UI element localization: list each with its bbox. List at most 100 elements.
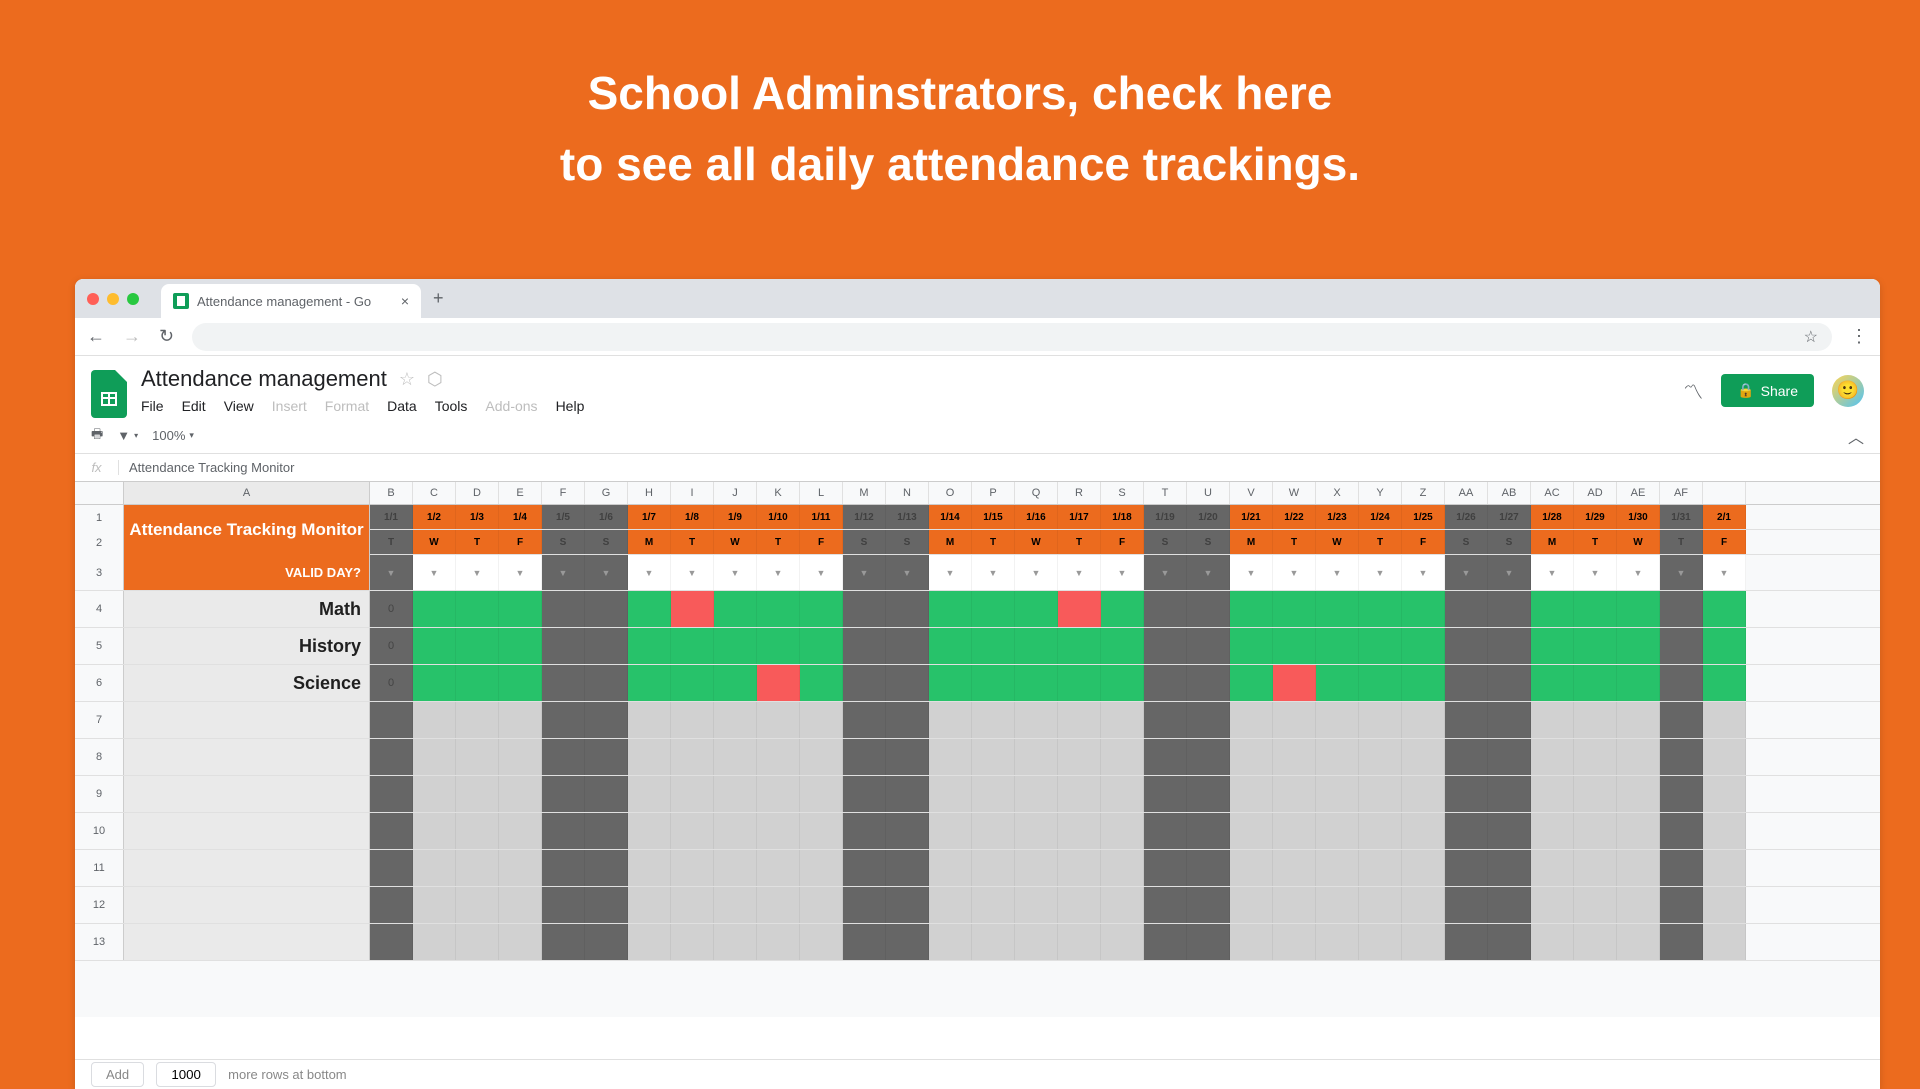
valid-day-dropdown[interactable]: ▼ — [1574, 555, 1617, 590]
empty-cell[interactable] — [1316, 702, 1359, 738]
empty-cell[interactable] — [1230, 739, 1273, 775]
day-cell[interactable]: S — [1187, 530, 1230, 554]
attendance-cell[interactable] — [929, 628, 972, 664]
empty-cell[interactable] — [757, 813, 800, 849]
attendance-cell[interactable] — [1574, 591, 1617, 627]
empty-cell[interactable] — [1015, 887, 1058, 923]
day-cell[interactable]: F — [499, 530, 542, 554]
empty-cell[interactable] — [714, 813, 757, 849]
row-header[interactable]: 10 — [75, 813, 124, 849]
column-header[interactable]: V — [1230, 482, 1273, 504]
attendance-cell[interactable] — [1144, 665, 1187, 701]
empty-cell[interactable] — [757, 850, 800, 886]
empty-cell[interactable] — [714, 702, 757, 738]
row-header[interactable]: 9 — [75, 776, 124, 812]
attendance-cell[interactable] — [542, 628, 585, 664]
doc-title[interactable]: Attendance management — [141, 366, 387, 392]
empty-cell[interactable] — [413, 776, 456, 812]
valid-day-dropdown[interactable]: ▼ — [714, 555, 757, 590]
attendance-cell[interactable] — [1703, 665, 1746, 701]
empty-cell[interactable] — [1574, 813, 1617, 849]
filter-icon[interactable]: ▼▾ — [117, 428, 138, 443]
empty-cell[interactable] — [1058, 887, 1101, 923]
attendance-cell[interactable] — [1402, 628, 1445, 664]
attendance-cell[interactable] — [1660, 665, 1703, 701]
row-header[interactable]: 1 — [75, 505, 124, 530]
column-header[interactable]: A — [124, 482, 370, 504]
column-header[interactable]: S — [1101, 482, 1144, 504]
valid-day-dropdown[interactable]: ▼ — [1531, 555, 1574, 590]
empty-cell[interactable] — [1402, 776, 1445, 812]
valid-day-dropdown[interactable]: ▼ — [671, 555, 714, 590]
column-header[interactable]: Z — [1402, 482, 1445, 504]
empty-cell[interactable] — [714, 924, 757, 960]
empty-cell[interactable] — [1187, 776, 1230, 812]
date-cell[interactable]: 1/9 — [714, 505, 757, 529]
column-header[interactable]: AD — [1574, 482, 1617, 504]
empty-cell[interactable] — [1445, 702, 1488, 738]
empty-cell[interactable] — [1402, 702, 1445, 738]
valid-day-dropdown[interactable]: ▼ — [1058, 555, 1101, 590]
close-window-icon[interactable] — [87, 293, 99, 305]
attendance-cell[interactable] — [1058, 628, 1101, 664]
attendance-cell[interactable] — [886, 591, 929, 627]
attendance-cell[interactable] — [1531, 665, 1574, 701]
avatar[interactable]: 🙂 — [1832, 375, 1864, 407]
date-cell[interactable]: 1/11 — [800, 505, 843, 529]
empty-cell[interactable] — [1703, 776, 1746, 812]
empty-cell[interactable] — [1488, 776, 1531, 812]
valid-day-dropdown[interactable]: ▼ — [413, 555, 456, 590]
date-cell[interactable]: 1/1 — [370, 505, 413, 529]
empty-cell[interactable] — [1531, 887, 1574, 923]
day-cell[interactable]: S — [843, 530, 886, 554]
empty-cell[interactable] — [456, 813, 499, 849]
date-cell[interactable]: 1/29 — [1574, 505, 1617, 529]
attendance-cell[interactable] — [886, 628, 929, 664]
activity-icon[interactable]: 〽 — [1683, 376, 1703, 405]
date-cell[interactable]: 1/5 — [542, 505, 585, 529]
day-cell[interactable]: T — [757, 530, 800, 554]
menu-edit[interactable]: Edit — [182, 398, 206, 414]
empty-cell[interactable] — [1359, 850, 1402, 886]
column-header[interactable]: Y — [1359, 482, 1402, 504]
empty-cell[interactable] — [1445, 887, 1488, 923]
empty-cell[interactable] — [1101, 739, 1144, 775]
attendance-cell[interactable] — [1660, 628, 1703, 664]
empty-cell[interactable] — [1703, 850, 1746, 886]
move-doc-icon[interactable]: ⬡ — [427, 369, 443, 390]
empty-cell[interactable] — [1273, 887, 1316, 923]
attendance-cell[interactable] — [1316, 665, 1359, 701]
empty-cell[interactable] — [1617, 776, 1660, 812]
empty-cell[interactable] — [1617, 739, 1660, 775]
attendance-cell[interactable] — [843, 665, 886, 701]
empty-cell[interactable] — [1101, 702, 1144, 738]
row-header[interactable]: 11 — [75, 850, 124, 886]
row-header[interactable]: 5 — [75, 628, 124, 664]
day-cell[interactable]: T — [370, 530, 413, 554]
empty-cell[interactable] — [1531, 776, 1574, 812]
empty-cell[interactable] — [972, 813, 1015, 849]
day-cell[interactable]: W — [1617, 530, 1660, 554]
attendance-cell[interactable] — [1230, 628, 1273, 664]
empty-cell[interactable] — [929, 924, 972, 960]
row-header[interactable]: 8 — [75, 739, 124, 775]
empty-cell[interactable] — [1703, 887, 1746, 923]
attendance-cell[interactable] — [1015, 591, 1058, 627]
empty-cell[interactable] — [499, 813, 542, 849]
empty-cell[interactable] — [1402, 813, 1445, 849]
empty-cell[interactable] — [1273, 924, 1316, 960]
empty-cell[interactable] — [1187, 702, 1230, 738]
column-header[interactable]: R — [1058, 482, 1101, 504]
date-cell[interactable]: 1/8 — [671, 505, 714, 529]
menu-add-ons[interactable]: Add-ons — [485, 398, 537, 414]
empty-cell[interactable] — [1015, 739, 1058, 775]
empty-cell[interactable] — [1316, 887, 1359, 923]
empty-cell[interactable] — [1531, 813, 1574, 849]
empty-cell[interactable] — [1230, 776, 1273, 812]
empty-cell[interactable] — [1445, 924, 1488, 960]
attendance-cell[interactable] — [714, 591, 757, 627]
empty-cell[interactable] — [1488, 739, 1531, 775]
empty-cell[interactable] — [1187, 813, 1230, 849]
column-header[interactable]: AB — [1488, 482, 1531, 504]
empty-cell[interactable] — [972, 887, 1015, 923]
